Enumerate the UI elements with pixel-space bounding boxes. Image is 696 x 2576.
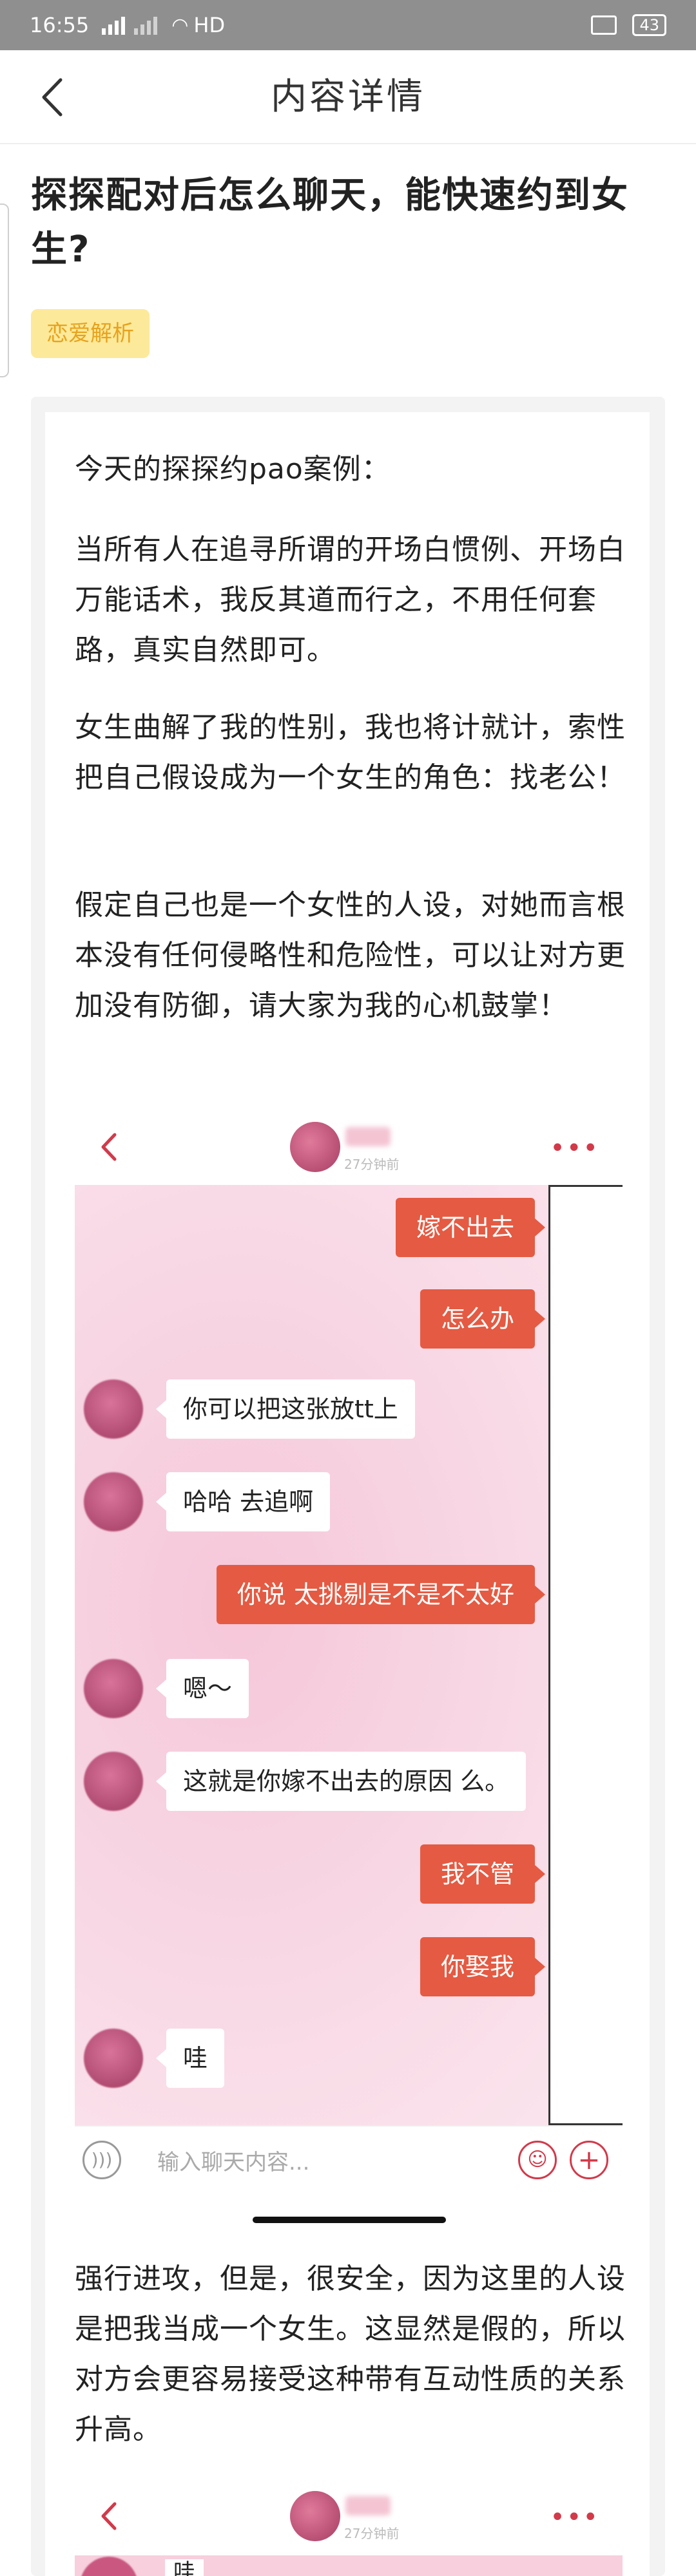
chat-message-in: 你可以把这张放tt上: [156, 1379, 415, 1439]
chat-message-in: 哇: [155, 2029, 225, 2088]
emoji-icon: ☺: [518, 2141, 557, 2179]
chat-time-ago: 27分钟前: [344, 2526, 400, 2541]
signal-icon: [102, 15, 126, 35]
nav-bar: 内容详情: [0, 50, 696, 144]
chat-contact-avatar: [290, 2491, 340, 2541]
more-icon: •••: [550, 1133, 599, 1163]
chat-partner-avatar: [84, 1752, 143, 1811]
wifi-icon: ◠: [171, 14, 189, 37]
chat-body-preview: [75, 2555, 623, 2576]
chat-partner-avatar: [84, 2029, 143, 2088]
chat-contact-name-blurred: [345, 2496, 391, 2515]
cast-icon: [591, 15, 617, 35]
paragraph-2: 当所有人在追寻所谓的开场白惯例、开场白万能话术，我反其道而行之，不用任何套路，真…: [75, 533, 626, 667]
page-title: 内容详情: [271, 76, 425, 118]
chat-partner-avatar: [84, 1379, 143, 1439]
paragraph-5: 强行进攻，但是，很安全，因为这里的人设是把我当成一个女生。这显然是假的，所以对方…: [75, 2262, 626, 2446]
edge-drawer-handle[interactable]: [0, 204, 9, 377]
more-icon: •••: [550, 2503, 599, 2532]
chat-header: 27分钟前 •••: [75, 1108, 623, 1185]
chat-input-placeholder: 输入聊天内容...: [157, 2150, 310, 2175]
chat-input-bar: ))) 输入聊天内容... ☺ +: [75, 2125, 623, 2196]
chat-back-icon: [101, 2502, 117, 2530]
chat-message-out: 我不管: [420, 1844, 546, 1904]
chat-screenshot: 27分钟前 ••• 嫁不出去 怎么办 你可以把这张放tt上 哈哈 去追啊 你说 …: [75, 1108, 623, 2196]
chat-time-ago: 27分钟前: [344, 1157, 400, 1172]
home-indicator: [253, 2217, 446, 2223]
category-tag[interactable]: 恋爱解析: [31, 309, 150, 358]
chat-message-out: 你娶我: [420, 1937, 546, 1996]
chat-message-out: 嫁不出去: [395, 1198, 546, 1257]
chat-message-in: 嗯～: [155, 1659, 249, 1718]
status-bar: 16:55 ◠ HD 43: [0, 0, 696, 50]
chat-message-out: 怎么办: [420, 1289, 546, 1349]
signal-icon-2: [134, 15, 158, 35]
chat-back-icon: [101, 1133, 117, 1161]
battery-icon: 43: [632, 14, 666, 36]
chat-screenshot-2: 27分钟前 ••• 哇: [75, 2477, 623, 2576]
chat-contact-name-blurred: [345, 1127, 391, 1146]
network-label: HD: [193, 13, 226, 37]
article-title: 探探配对后怎么聊天，能快速约到女生?: [31, 175, 629, 270]
paragraph-4: 假定自己也是一个女性的人设，对她而言根本没有任何侵略性和危险性，可以让对方更加没…: [75, 889, 626, 1022]
voice-icon: ))): [82, 2141, 121, 2179]
chat-partner-avatar: [84, 1659, 143, 1718]
chat-messages: 嫁不出去 怎么办 你可以把这张放tt上 哈哈 去追啊 你说 太挑剔是不是不太好 …: [75, 1185, 623, 2125]
status-time: 16:55: [30, 13, 90, 37]
chat-contact-avatar: [290, 1122, 340, 1172]
chat-partner-avatar: [84, 1472, 143, 1531]
paragraph-1: 今天的探探约pao案例：: [75, 453, 391, 486]
chat-message-out: 你说 太挑剔是不是不太好: [216, 1565, 546, 1624]
chat-message-in: 这就是你嫁不出去的原因 么。: [155, 1752, 527, 1811]
plus-icon: +: [570, 2141, 608, 2179]
chat-message-in: 哇: [165, 2559, 204, 2576]
chat-side-panel: [548, 1185, 623, 2125]
chat-message-in: 哈哈 去追啊: [155, 1472, 331, 1531]
paragraph-3: 女生曲解了我的性别，我也将计就计，索性把自己假设成为一个女生的角色：找老公！: [75, 711, 626, 794]
